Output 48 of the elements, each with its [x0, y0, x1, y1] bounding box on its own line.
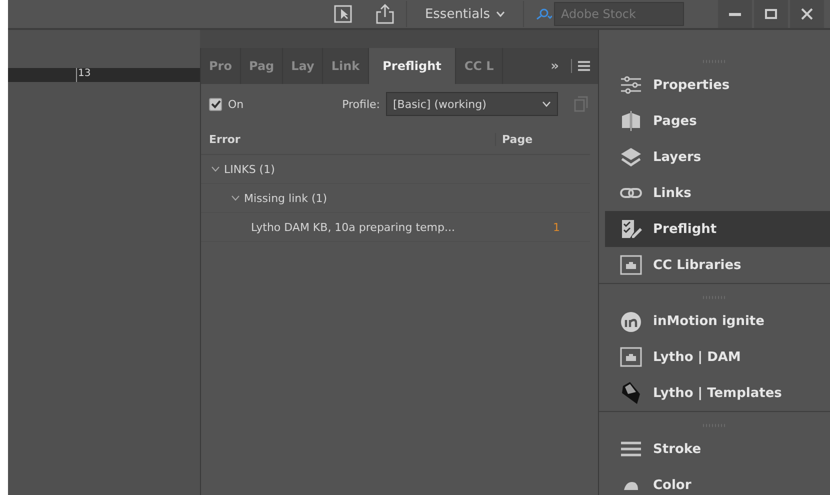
maximize-button[interactable] [754, 0, 788, 28]
sliders-icon [620, 76, 642, 94]
panel-tab[interactable]: Preflight [368, 48, 456, 84]
overflow-button[interactable]: » [544, 58, 565, 74]
menu-icon[interactable] [578, 61, 590, 71]
tree-item[interactable]: Lytho DAM KB, 10a preparing temp... [251, 220, 455, 234]
minimize-icon [729, 12, 741, 16]
dock-panel-item[interactable]: Lytho | DAM [605, 339, 830, 375]
chevron-icon[interactable] [211, 166, 220, 172]
dock-panel-item[interactable]: Lytho | Templates [605, 375, 830, 411]
tree-item[interactable]: Missing link (1) [244, 192, 328, 204]
chevron-down-icon [542, 101, 551, 107]
close-icon [801, 8, 813, 20]
gem-icon [620, 381, 642, 405]
profile-dropdown[interactable]: [Basic] (working) [386, 92, 558, 116]
column-header[interactable]: Error [209, 132, 495, 146]
dock-panel-item[interactable]: Color [605, 467, 830, 495]
workspace-dropdown[interactable]: Essentials [418, 6, 511, 22]
column-header[interactable]: Page [495, 132, 582, 146]
chevron-down-icon [496, 11, 505, 17]
checklist-pen-icon [620, 218, 642, 240]
share-icon[interactable] [376, 4, 394, 24]
checkmark-icon [210, 100, 220, 108]
chain-link-icon [620, 186, 642, 200]
dock-panel-item[interactable]: Preflight [605, 211, 830, 247]
library-icon [620, 346, 642, 368]
chevron-icon[interactable] [231, 195, 240, 201]
checkbox[interactable] [209, 98, 222, 110]
dock-panel-item[interactable]: Links [605, 175, 830, 211]
checkbox-label: On [228, 98, 244, 110]
minimize-button[interactable] [718, 0, 752, 28]
inmotion-logo-icon [620, 310, 642, 332]
maximize-icon [765, 9, 777, 19]
dock-panel-item[interactable]: Pages [605, 103, 830, 139]
dock-panel-item[interactable]: inMotion ignite [605, 303, 830, 339]
dock-panel-item[interactable]: Layers [605, 139, 830, 175]
tree-item[interactable]: LINKS (1) [224, 162, 275, 176]
close-button[interactable] [790, 0, 824, 28]
dock-panel-item[interactable]: Properties [605, 67, 830, 103]
layers-icon [620, 147, 642, 167]
pages-icon [620, 110, 642, 132]
ruler-label: 13 [78, 68, 91, 79]
cursor-in-box-icon[interactable] [334, 5, 352, 23]
stroke-lines-icon [620, 441, 642, 457]
dock-panel-item[interactable]: CC Libraries [605, 247, 830, 283]
profile-label: Profile: [342, 98, 380, 110]
dock-panel-item[interactable]: Stroke [605, 431, 830, 467]
library-icon [620, 254, 642, 276]
